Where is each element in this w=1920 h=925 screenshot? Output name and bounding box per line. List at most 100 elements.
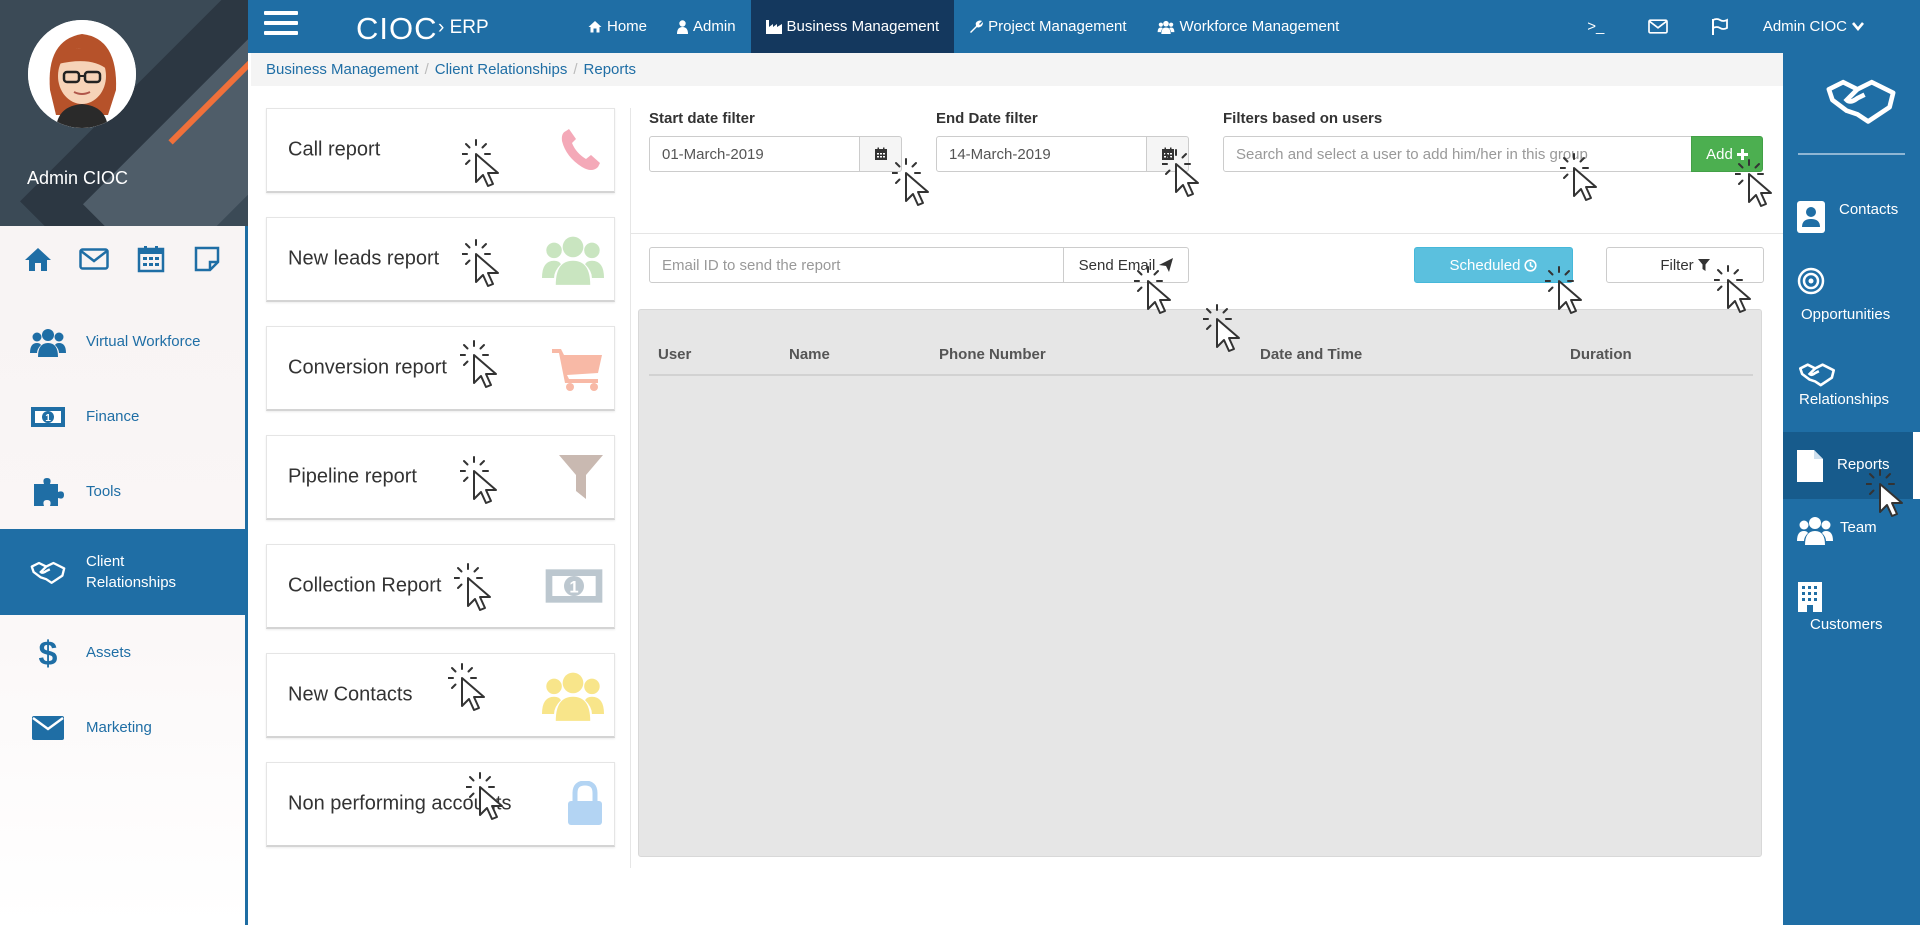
envelope-icon[interactable]: [79, 244, 110, 274]
report-card-non-performing[interactable]: Non performing accounts: [266, 762, 615, 847]
scheduled-button[interactable]: Scheduled: [1414, 247, 1573, 283]
start-date-input[interactable]: [649, 136, 860, 172]
top-menu-project-management[interactable]: Project Management: [954, 0, 1141, 53]
envelope-icon[interactable]: [1627, 0, 1689, 53]
sidebar-item-finance[interactable]: 1 Finance: [0, 379, 245, 454]
user-search-input[interactable]: [1223, 136, 1692, 172]
right-nav-customers[interactable]: Customers: [1783, 578, 1920, 648]
building-icon: [1798, 582, 1822, 612]
report-card-label: Call report: [288, 138, 381, 161]
sidebar-item-tools[interactable]: Tools: [0, 454, 245, 529]
column-header-duration[interactable]: Duration: [1570, 346, 1632, 363]
chevron-down-icon: [1852, 22, 1864, 31]
sidebar-item-client-relationships[interactable]: Client Relationships: [0, 529, 245, 615]
plus-icon: [1736, 148, 1748, 160]
users-icon: [542, 667, 604, 723]
terminal-icon[interactable]: >_: [1565, 0, 1627, 53]
top-menu-label: Admin: [693, 18, 736, 35]
top-menu-label: Business Management: [786, 18, 940, 35]
puzzle-icon: [30, 474, 66, 510]
user-menu[interactable]: Admin CIOC: [1751, 18, 1920, 35]
sidebar-item-assets[interactable]: $ Assets: [0, 615, 245, 690]
user-filter-label: Filters based on users: [1223, 110, 1383, 127]
start-date-calendar-button[interactable]: [860, 136, 902, 172]
sidebar-item-label: Assets: [86, 644, 132, 661]
report-card-new-contacts[interactable]: New Contacts: [266, 653, 615, 738]
report-card-label: Non performing accounts: [288, 792, 512, 815]
top-menu-workforce-management[interactable]: Workforce Management: [1142, 0, 1355, 53]
brand-logo[interactable]: CIOC: [356, 11, 438, 47]
right-nav-team[interactable]: Team: [1783, 505, 1920, 565]
end-date-input[interactable]: [936, 136, 1147, 172]
top-menu-label: Home: [607, 18, 648, 35]
breadcrumb-business-management[interactable]: Business Management: [266, 61, 419, 78]
wrench-icon: [969, 20, 988, 34]
users-icon: [1157, 20, 1180, 34]
send-email-label: Send Email: [1078, 256, 1156, 274]
brand-subtitle: › ERP: [438, 17, 489, 38]
user-icon: [677, 19, 693, 34]
top-menu: Home Admin Business Management Project M…: [573, 0, 1354, 53]
top-menu-label: Workforce Management: [1179, 18, 1340, 35]
dollar-icon: $: [30, 635, 66, 671]
add-user-button[interactable]: Add: [1691, 136, 1763, 172]
note-icon[interactable]: [192, 244, 222, 274]
column-header-phone[interactable]: Phone Number: [939, 346, 1046, 363]
hamburger-menu-icon[interactable]: [264, 11, 298, 39]
flag-icon[interactable]: [1689, 0, 1751, 53]
users-icon: [542, 231, 604, 287]
handshake-icon: [1821, 75, 1901, 125]
report-card-label: Conversion report: [288, 356, 447, 379]
column-header-user[interactable]: User: [658, 346, 691, 363]
top-menu-business-management[interactable]: Business Management: [750, 0, 955, 53]
handshake-icon: [30, 554, 66, 590]
end-date-calendar-button[interactable]: [1147, 136, 1189, 172]
column-header-name[interactable]: Name: [789, 346, 830, 363]
breadcrumb-reports[interactable]: Reports: [584, 61, 637, 78]
filter-label: Filter: [1660, 256, 1694, 274]
profile-card: Admin CIOC: [0, 0, 248, 226]
right-nav-relationships[interactable]: Relationships: [1783, 353, 1920, 433]
report-card-conversion[interactable]: Conversion report: [266, 326, 615, 411]
report-card-collection[interactable]: Collection Report 1: [266, 544, 615, 629]
top-menu-home[interactable]: Home: [573, 0, 662, 53]
avatar[interactable]: [28, 20, 136, 128]
calendar-icon[interactable]: [136, 244, 166, 274]
sidebar-item-virtual-workforce[interactable]: Virtual Workforce: [0, 304, 245, 379]
phone-icon: [558, 127, 604, 173]
right-sidebar-divider: [1798, 153, 1905, 155]
send-email-button[interactable]: Send Email: [1063, 247, 1189, 283]
column-header-date-time[interactable]: Date and Time: [1260, 346, 1362, 363]
right-nav-label: Team: [1840, 519, 1877, 536]
right-nav-reports[interactable]: Reports: [1783, 432, 1920, 499]
calendar-icon: [1161, 147, 1175, 161]
funnel-icon: [1697, 259, 1710, 271]
add-button-label: Add: [1706, 145, 1733, 163]
report-table: User Name Phone Number Date and Time Dur…: [638, 309, 1762, 857]
sidebar-item-marketing[interactable]: Marketing: [0, 690, 245, 765]
top-menu-admin[interactable]: Admin: [662, 0, 751, 53]
users-icon: [30, 324, 66, 360]
report-card-call[interactable]: Call report: [266, 108, 615, 193]
filter-button[interactable]: Filter: [1606, 247, 1764, 283]
lock-icon: [566, 781, 604, 827]
report-card-label: New Contacts: [288, 683, 413, 706]
end-date-label: End Date filter: [936, 110, 1038, 127]
target-icon: [1797, 267, 1825, 295]
top-menu-label: Project Management: [988, 18, 1127, 35]
money-icon: 1: [544, 565, 604, 607]
report-card-new-leads[interactable]: New leads report: [266, 217, 615, 302]
sidebar-item-label: Tools: [86, 483, 122, 500]
right-nav-contacts[interactable]: Contacts: [1783, 191, 1920, 251]
email-input[interactable]: [649, 247, 1064, 283]
report-card-label: New leads report: [288, 247, 440, 270]
start-date-label: Start date filter: [649, 110, 755, 127]
home-icon[interactable]: [23, 244, 53, 274]
users-icon: [1797, 515, 1833, 545]
top-navbar: CIOC › ERP Home Admin Business Managemen…: [248, 0, 1920, 53]
right-nav-opportunities[interactable]: Opportunities: [1783, 263, 1920, 343]
breadcrumb-client-relationships[interactable]: Client Relationships: [435, 61, 568, 78]
svg-text:1: 1: [45, 413, 51, 424]
handshake-icon: [1797, 361, 1837, 387]
report-card-pipeline[interactable]: Pipeline report: [266, 435, 615, 520]
